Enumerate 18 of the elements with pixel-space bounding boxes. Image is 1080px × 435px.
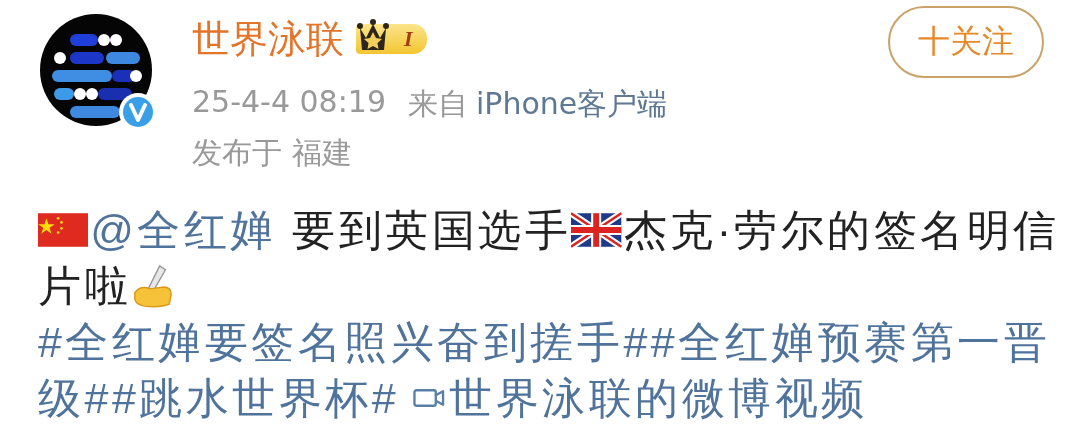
crown-icon (356, 16, 390, 52)
hashtag-link[interactable]: #全红婵要签名照兴奋到搓手# (38, 314, 651, 370)
hashtag-link[interactable]: #跳水世界杯# (111, 370, 400, 426)
source-label: 来自 (408, 85, 468, 123)
hashtag-link[interactable]: 级# (38, 370, 112, 426)
video-link[interactable]: 世界泳联的微博视频 (413, 370, 868, 426)
post-text: 要到英国选手 (291, 205, 572, 256)
source-link[interactable]: iPhone客户端 (476, 84, 668, 125)
post-location: 发布于 福建 (192, 135, 352, 170)
author-name[interactable]: 世界泳联 (192, 13, 344, 65)
post-time: 25-4-4 08:19 (192, 84, 386, 121)
follow-button[interactable]: 十关注 (888, 6, 1044, 78)
uk-flag-icon (571, 212, 622, 248)
mention-link[interactable]: @全红婵 (90, 202, 277, 258)
china-flag-icon (38, 212, 89, 248)
post-text: 杰克·劳尔的签名明信 (623, 205, 1060, 256)
hashtag-link[interactable]: #全红婵预赛第一晋 (650, 314, 1051, 370)
post-text: 片啦 (38, 261, 131, 312)
